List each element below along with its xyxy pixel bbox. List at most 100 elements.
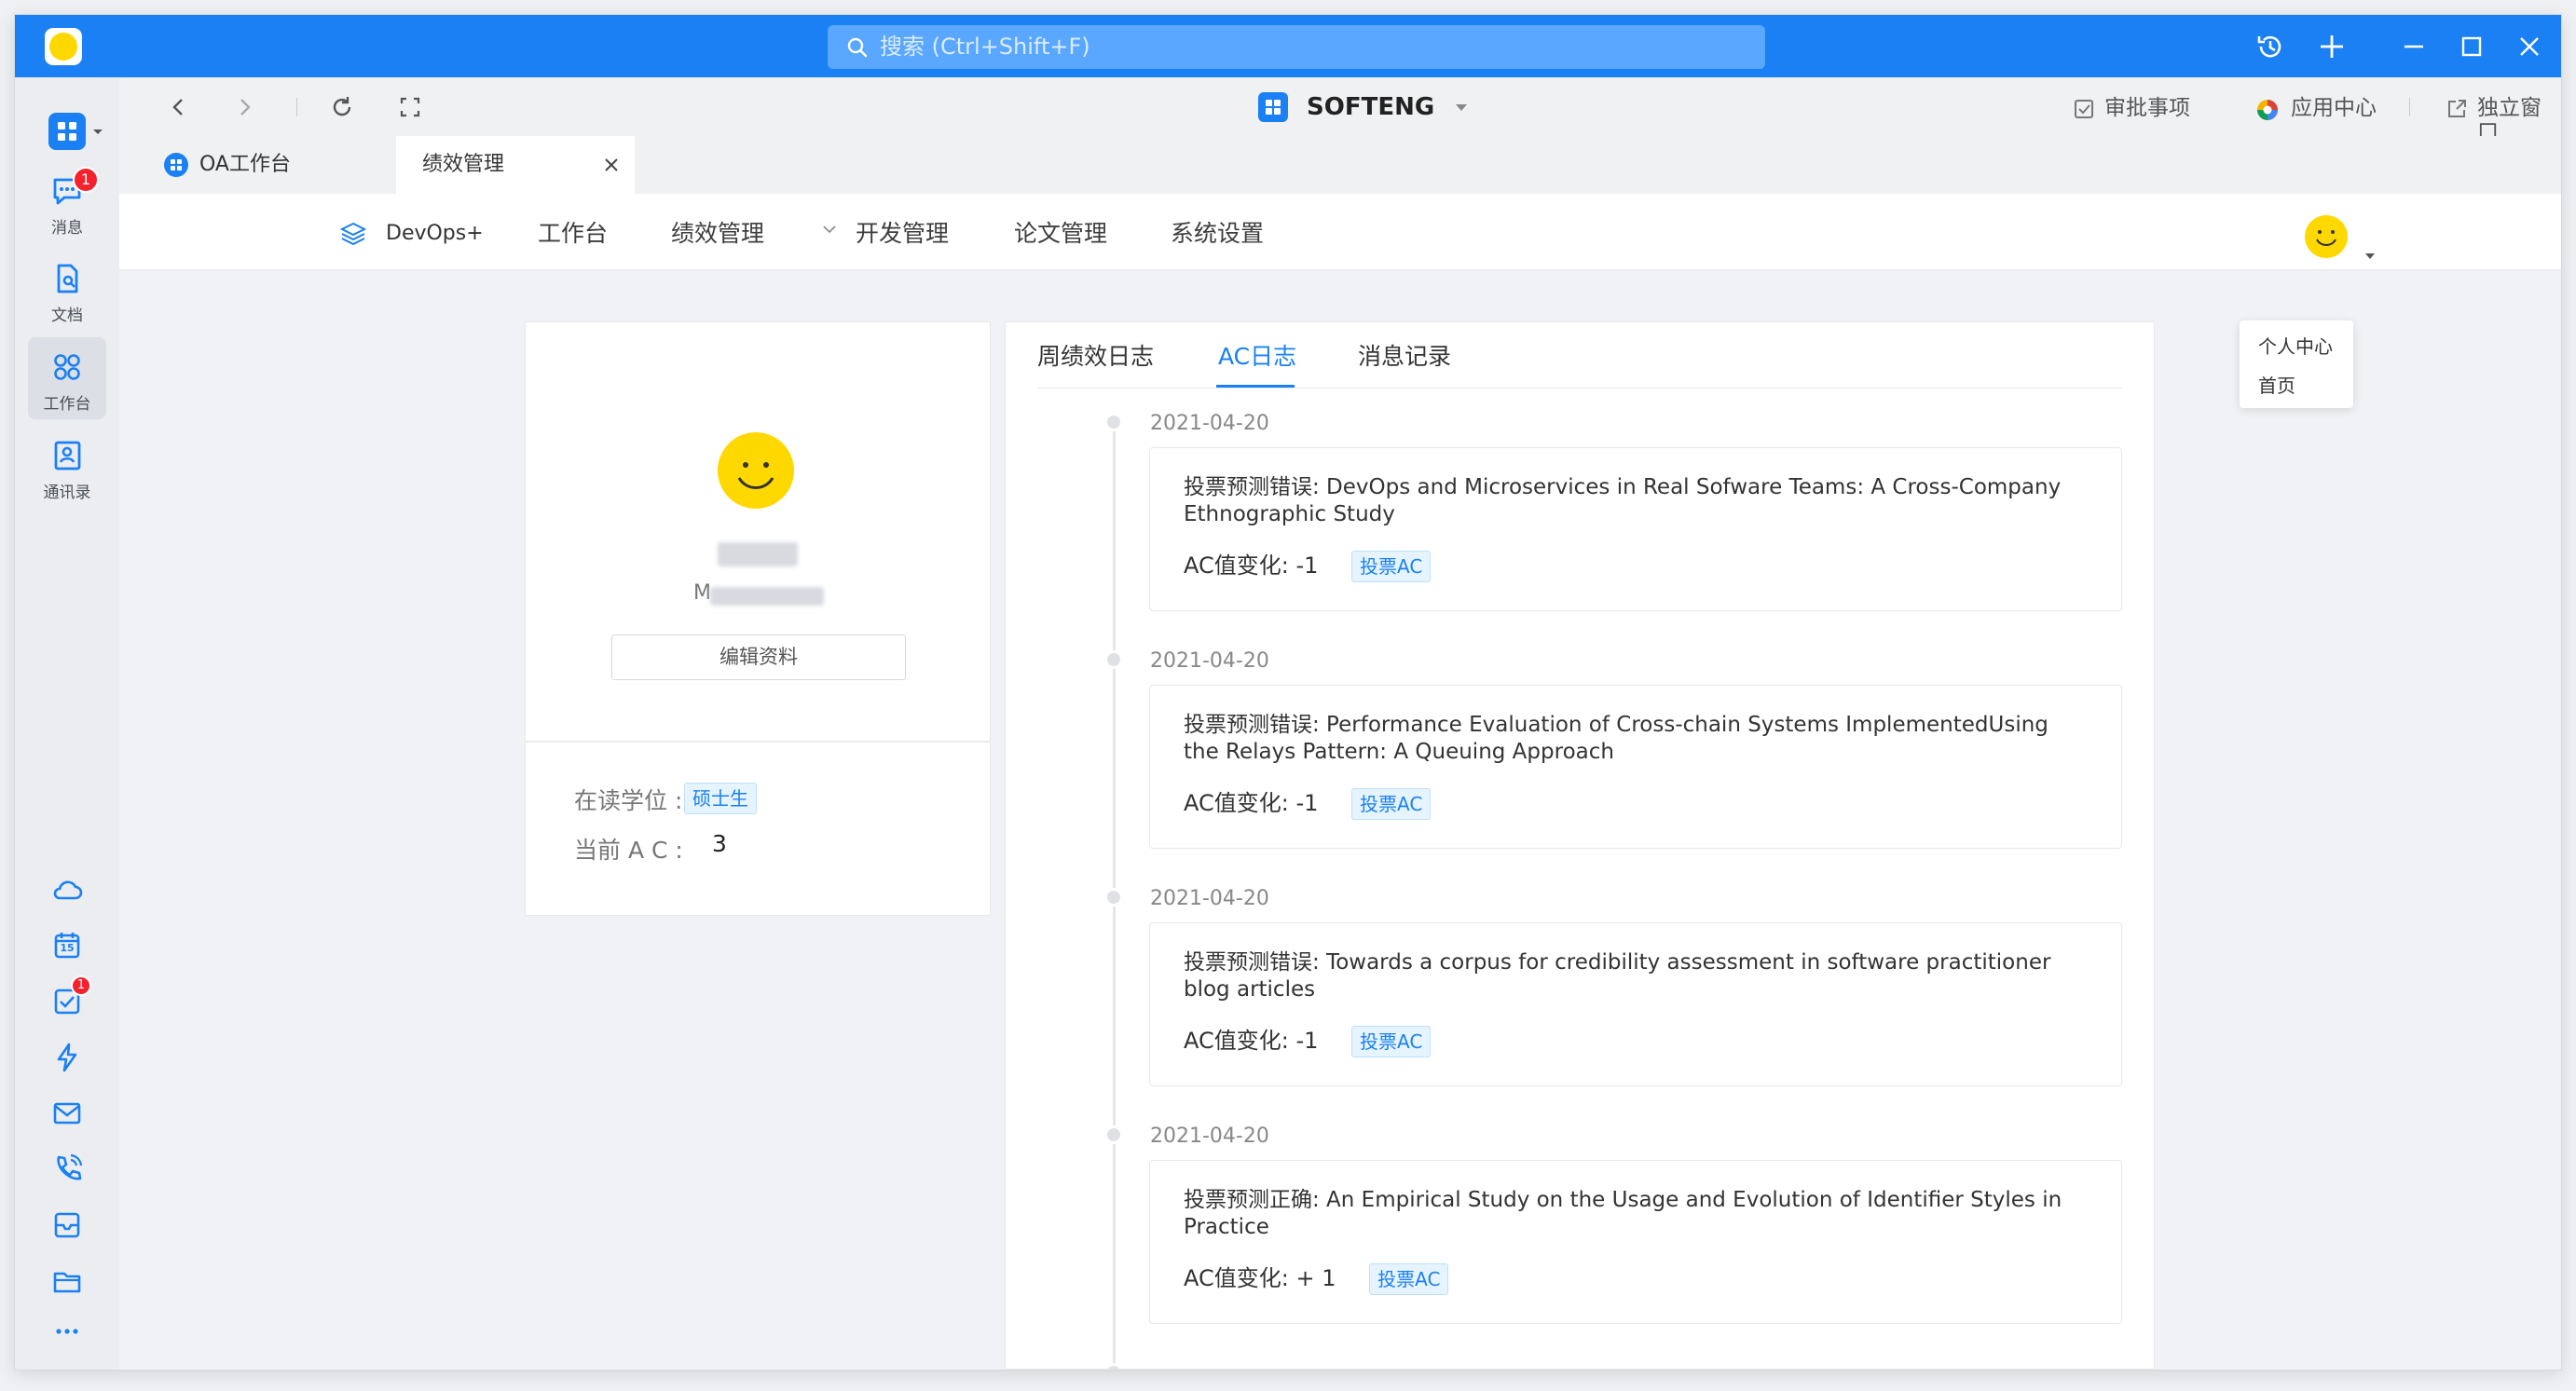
nav-performance[interactable]: 绩效管理 <box>671 220 836 248</box>
workbench-icon <box>54 354 80 380</box>
smiley-avatar-icon <box>2305 215 2348 258</box>
tab-strip: OA工作台 绩效管理 <box>119 136 2561 194</box>
log-card: 投票预测错误: Performance Evaluation of Cross-… <box>1149 685 2122 849</box>
log-card: 投票预测错误: DevOps and Microservices in Real… <box>1149 447 2122 611</box>
folder-icon[interactable] <box>50 1264 84 1298</box>
log-date: 2021-04-20 <box>1150 1125 1269 1148</box>
menu-item-profile-center[interactable]: 个人中心 <box>2258 332 2333 359</box>
oa-app-icon <box>164 153 188 177</box>
nav-papers[interactable]: 论文管理 <box>1014 220 1107 248</box>
calendar-day: 15 <box>60 942 75 954</box>
user-dropdown-menu: 个人中心 首页 <box>2240 320 2353 408</box>
log-ac-change: AC值变化: + 1 <box>1184 1265 1336 1291</box>
rail-item-contacts[interactable]: 通讯录 <box>28 439 106 504</box>
close-tab-icon[interactable] <box>603 157 620 173</box>
chevron-down-icon <box>93 130 103 134</box>
log-title: 投票预测错误: DevOps and Microservices in Real… <box>1184 475 2062 526</box>
org-switcher[interactable]: SOFTENG <box>1258 90 1469 124</box>
ac-value: 3 <box>712 830 727 857</box>
phone-icon[interactable] <box>50 1152 84 1186</box>
toolbar-divider <box>2409 98 2410 116</box>
app-header: DevOps+ 工作台 绩效管理 开发管理 论文管理 系统设置 <box>119 194 2561 270</box>
log-date: 2021-04-20 <box>1150 887 1269 910</box>
task-badge: 1 <box>71 975 91 996</box>
app-center-link[interactable]: 应用中心 <box>2255 96 2377 120</box>
rail-item-workbench[interactable]: 工作台 <box>28 337 106 419</box>
rail-item-label: 通讯录 <box>43 484 91 502</box>
log-tag: 投票AC <box>1369 1263 1449 1295</box>
degree-label: 在读学位 : <box>574 787 683 814</box>
tab-message-records[interactable]: 消息记录 <box>1358 341 1451 373</box>
timeline-dot <box>1104 1125 1123 1144</box>
log-date: 2021-04-20 <box>1150 412 1269 435</box>
tab-label: 绩效管理 <box>422 153 505 176</box>
tasks-button[interactable]: 1 <box>50 975 91 1018</box>
tab-ac-log[interactable]: AC日志 <box>1218 341 1296 373</box>
lightning-icon[interactable] <box>50 1041 84 1074</box>
forward-icon[interactable] <box>233 96 255 118</box>
approval-check-icon <box>2075 100 2093 118</box>
rail-item-label: 工作台 <box>43 395 91 414</box>
log-title: 投票预测错误: Performance Evaluation of Cross-… <box>1184 713 2048 764</box>
log-date: 2021-04-20 <box>1150 649 1269 673</box>
log-ac-row: AC值变化: -1 投票AC <box>1184 788 1432 820</box>
org-name: SOFTENG <box>1307 93 1435 121</box>
profile-card: M 编辑资料 在读学位 : 硕士生 当前 A C : 3 <box>525 321 991 916</box>
menu-item-home[interactable]: 首页 <box>2258 371 2295 398</box>
org-grid-icon <box>1266 100 1281 115</box>
profile-id-redacted <box>710 587 824 606</box>
approvals-link[interactable]: 审批事项 <box>2073 96 2190 120</box>
profile-divider <box>526 741 990 743</box>
contacts-icon <box>54 441 81 470</box>
add-icon[interactable] <box>2315 30 2349 63</box>
chevron-down-icon <box>823 225 836 234</box>
refresh-icon[interactable] <box>329 94 355 120</box>
app-logo[interactable] <box>45 28 82 65</box>
degree-tag: 硕士生 <box>684 783 757 814</box>
tab-label: OA工作台 <box>199 153 291 176</box>
timeline-dot <box>1104 888 1123 907</box>
rail-item-messages[interactable]: 消息 1 <box>28 167 106 239</box>
fullscreen-icon[interactable] <box>399 96 421 118</box>
close-window-icon[interactable] <box>2513 30 2546 63</box>
log-ac-row: AC值变化: + 1 投票AC <box>1184 1263 1449 1295</box>
history-icon[interactable] <box>2254 30 2287 63</box>
unread-badge: 1 <box>73 167 99 193</box>
user-avatar-button[interactable] <box>2304 214 2388 261</box>
maximize-icon[interactable] <box>2455 30 2488 63</box>
minimize-icon[interactable] <box>2397 30 2431 63</box>
cloud-icon[interactable] <box>50 873 84 907</box>
tab-weekly-log[interactable]: 周绩效日志 <box>1037 341 1154 373</box>
nav-workbench[interactable]: 工作台 <box>538 220 608 248</box>
tabs-divider <box>1037 388 2122 389</box>
log-ac-row: AC值变化: -1 投票AC <box>1184 551 1432 582</box>
calendar-button[interactable]: 15 <box>50 929 84 962</box>
rail-item-documents[interactable]: 文档 <box>28 262 106 327</box>
app-grid-button[interactable] <box>48 113 104 150</box>
log-tag: 投票AC <box>1351 551 1432 582</box>
search-icon <box>847 37 868 58</box>
approval-box-icon[interactable] <box>50 1208 84 1242</box>
more-icon[interactable] <box>50 1315 84 1348</box>
rail-item-label: 消息 <box>51 219 83 238</box>
toolbar: SOFTENG 审批事项 应用中心 独立窗口 <box>119 77 2561 144</box>
mail-icon[interactable] <box>50 1097 84 1130</box>
approvals-label: 审批事项 <box>2104 96 2190 120</box>
profile-id-prefix: M <box>693 581 711 605</box>
edit-profile-button[interactable]: 编辑资料 <box>611 634 906 680</box>
nav-settings[interactable]: 系统设置 <box>1171 220 1264 248</box>
search-placeholder: 搜索 (Ctrl+Shift+F) <box>880 34 1090 60</box>
chevron-down-icon <box>1456 103 1468 111</box>
nav-performance-label: 绩效管理 <box>671 220 765 247</box>
log-card: 投票预测错误: Towards a corpus for credibility… <box>1149 922 2122 1086</box>
devops-logo-text: DevOps+ <box>386 222 484 245</box>
nav-development[interactable]: 开发管理 <box>856 220 949 248</box>
log-title: 投票预测正确: An Empirical Study on the Usage … <box>1184 1188 2062 1239</box>
tab-oa-workbench[interactable]: OA工作台 <box>157 136 362 194</box>
log-card: 投票预测正确: An Empirical Study on the Usage … <box>1149 1160 2122 1324</box>
log-ac-change: AC值变化: -1 <box>1184 790 1319 816</box>
tab-performance[interactable]: 绩效管理 <box>396 136 635 194</box>
left-rail: 消息 1 文档 工作台 通讯录 15 1 <box>15 77 119 1370</box>
back-icon[interactable] <box>168 96 190 118</box>
global-search-input[interactable]: 搜索 (Ctrl+Shift+F) <box>828 25 1765 69</box>
